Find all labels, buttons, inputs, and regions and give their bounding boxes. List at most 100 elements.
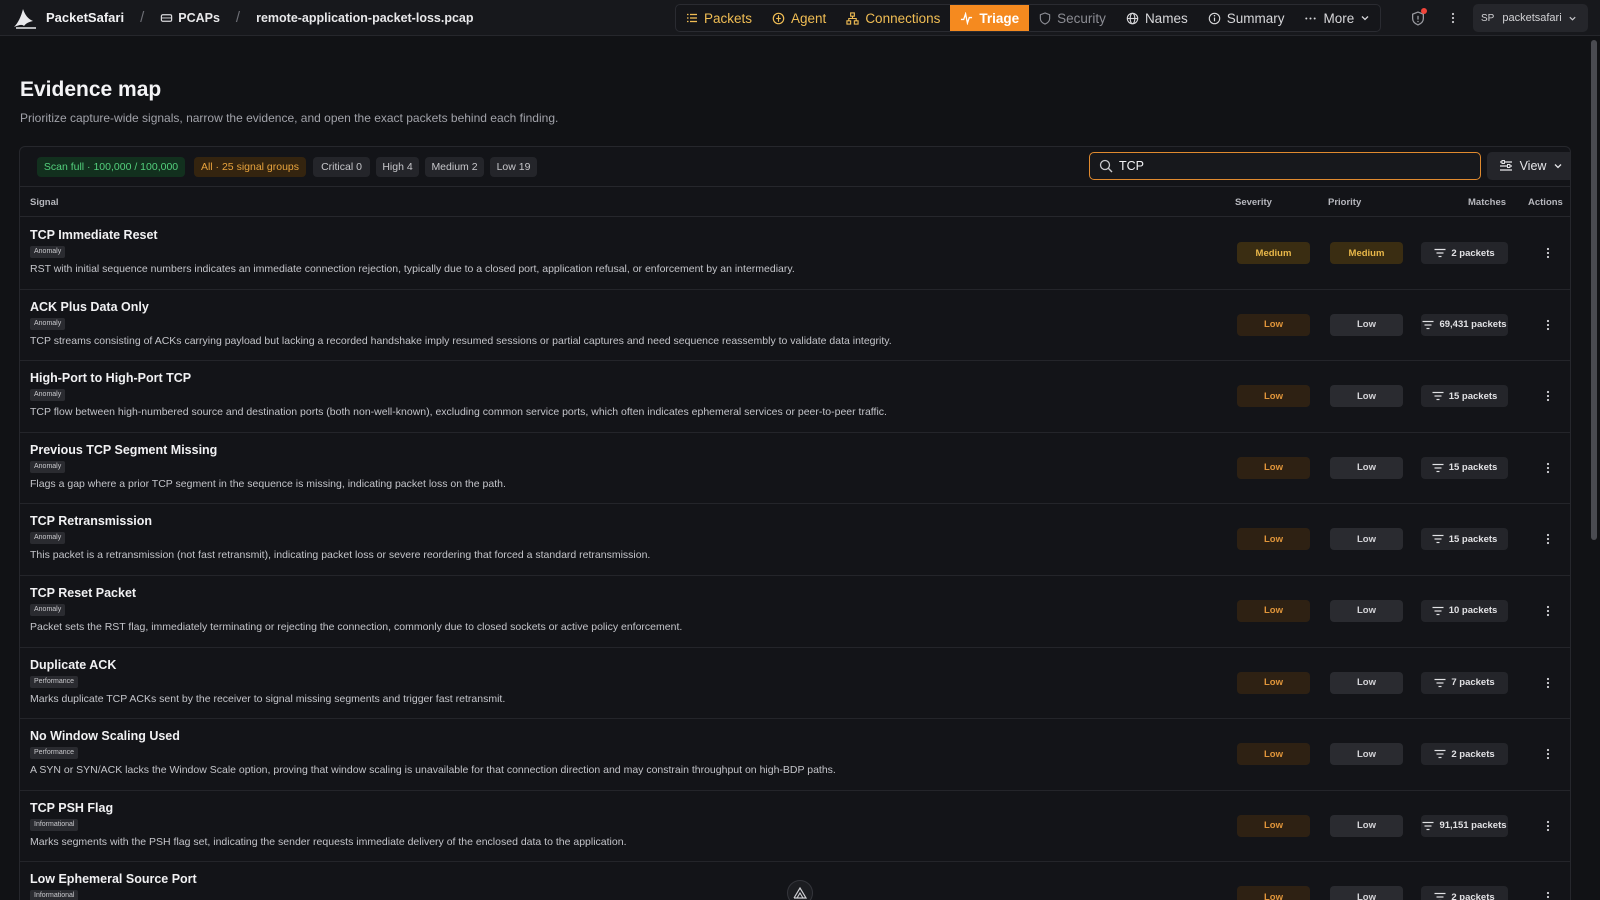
breadcrumb-pcaps[interactable]: PCAPs xyxy=(160,11,220,25)
table-row[interactable]: No Window Scaling Used Performance A SYN o… xyxy=(20,719,1570,791)
signal-description: Flags a gap where a prior TCP segment in… xyxy=(30,477,506,490)
row-actions-button[interactable] xyxy=(1541,888,1555,900)
chevron-down-icon xyxy=(1569,16,1576,21)
signal-category-tag: Performance xyxy=(30,675,79,688)
row-actions-button[interactable] xyxy=(1541,745,1555,763)
priority-badge: Medium xyxy=(1330,242,1403,264)
alerts-button[interactable] xyxy=(1408,8,1428,28)
filter-icon xyxy=(1432,463,1444,472)
severity-badge: Low xyxy=(1237,385,1310,408)
signal-title: ACK Plus Data Only xyxy=(30,299,149,314)
nav-names[interactable]: Names xyxy=(1116,5,1198,31)
column-matches[interactable]: Matches xyxy=(1468,197,1506,208)
nav-more[interactable]: More xyxy=(1294,5,1380,31)
matches-button[interactable]: 15 packets xyxy=(1421,456,1508,479)
matches-count: 91,151 packets xyxy=(1439,820,1507,832)
filter-high-chip[interactable]: High 4 xyxy=(376,157,419,177)
scrollbar-thumb[interactable] xyxy=(1591,40,1597,540)
network-icon xyxy=(846,11,859,25)
nav-summary[interactable]: Summary xyxy=(1198,5,1295,31)
kebab-vertical-icon xyxy=(1546,820,1550,831)
matches-button[interactable]: 91,151 packets xyxy=(1421,814,1508,837)
matches-count: 2 packets xyxy=(1451,748,1495,760)
search-input[interactable] xyxy=(1119,159,1459,173)
table-row[interactable]: TCP Retransmission Anomaly This packet is … xyxy=(20,504,1570,576)
filter-medium-chip[interactable]: Medium 2 xyxy=(425,157,484,177)
filter-icon xyxy=(1422,320,1434,329)
filter-icon xyxy=(1434,750,1446,759)
nav-agent[interactable]: Agent xyxy=(762,5,836,31)
matches-button[interactable]: 7 packets xyxy=(1421,671,1508,694)
severity-badge: Low xyxy=(1237,528,1310,551)
kebab-vertical-icon xyxy=(1546,677,1550,688)
matches-count: 2 packets xyxy=(1451,891,1495,900)
matches-button[interactable]: 69,431 packets xyxy=(1421,313,1508,336)
notification-dot xyxy=(1421,8,1427,14)
page-subtitle: Prioritize capture-wide signals, narrow … xyxy=(20,111,559,125)
filter-all-chip[interactable]: All · 25 signal groups xyxy=(194,157,306,177)
priority-badge: Low xyxy=(1330,743,1403,766)
filter-icon xyxy=(1434,893,1446,898)
view-button[interactable]: View xyxy=(1487,152,1570,180)
floating-logo-button[interactable] xyxy=(787,880,813,900)
matches-button[interactable]: 2 packets xyxy=(1421,242,1508,264)
priority-badge: Low xyxy=(1330,456,1403,479)
matches-button[interactable]: 15 packets xyxy=(1421,528,1508,551)
signal-description: Marks duplicate TCP ACKs sent by the rec… xyxy=(30,692,506,705)
matches-count: 7 packets xyxy=(1451,677,1495,689)
matches-button[interactable]: 15 packets xyxy=(1421,385,1508,408)
nav-packets[interactable]: Packets xyxy=(676,5,762,31)
signal-title: Previous TCP Segment Missing xyxy=(30,442,218,457)
nav-connections[interactable]: Connections xyxy=(836,5,950,31)
signal-category-tag: Anomaly xyxy=(30,246,66,258)
row-actions-button[interactable] xyxy=(1541,602,1555,620)
matches-button[interactable]: 2 packets xyxy=(1421,743,1508,766)
table-row[interactable]: TCP Immediate Reset Anomaly RST with initi… xyxy=(20,218,1570,290)
row-actions-button[interactable] xyxy=(1541,530,1555,548)
kebab-vertical-icon xyxy=(1451,12,1455,24)
table-row[interactable]: High-Port to High-Port TCP Anomaly TCP flo… xyxy=(20,361,1570,433)
row-actions-button[interactable] xyxy=(1541,459,1555,477)
kebab-vertical-icon xyxy=(1546,534,1550,545)
signal-category-tag: Anomaly xyxy=(30,389,66,402)
brand[interactable]: PacketSafari xyxy=(12,0,124,36)
filter-low-chip[interactable]: Low 19 xyxy=(490,157,537,177)
ellipsis-icon xyxy=(1305,16,1317,20)
row-actions-button[interactable] xyxy=(1541,244,1555,262)
column-priority[interactable]: Priority xyxy=(1328,197,1361,208)
matches-count: 10 packets xyxy=(1448,605,1498,617)
nav-security[interactable]: Security xyxy=(1029,5,1116,31)
severity-badge: Low xyxy=(1237,743,1310,766)
table-row[interactable]: TCP PSH Flag Informational Marks segments … xyxy=(20,791,1570,863)
matches-button[interactable]: 10 packets xyxy=(1421,599,1508,622)
signal-description: Packet sets the RST flag, immediately te… xyxy=(30,620,683,633)
main-nav: Packets Agent Connections Triage Securit… xyxy=(675,4,1382,32)
signal-title: Low Ephemeral Source Port xyxy=(30,872,197,887)
table-header: Signal Severity Priority Matches Actions xyxy=(20,187,1570,217)
signal-title: Duplicate ACK xyxy=(30,657,117,672)
user-menu[interactable]: SP packetsafari xyxy=(1473,4,1588,32)
priority-badge: Low xyxy=(1330,528,1403,551)
signal-title: TCP PSH Flag xyxy=(30,800,114,815)
signal-description: TCP flow between high-numbered source an… xyxy=(30,406,887,419)
chevron-down-icon xyxy=(1554,164,1562,169)
table-row[interactable]: ACK Plus Data Only Anomaly TCP streams con… xyxy=(20,290,1570,362)
table-row[interactable]: Previous TCP Segment Missing Anomaly Flags… xyxy=(20,433,1570,505)
nav-triage[interactable]: Triage xyxy=(950,5,1030,31)
row-actions-button[interactable] xyxy=(1541,817,1555,835)
topbar-menu-button[interactable] xyxy=(1443,8,1463,28)
table-row[interactable]: Duplicate ACK Performance Marks duplicate … xyxy=(20,648,1570,720)
row-actions-button[interactable] xyxy=(1541,674,1555,692)
filter-critical-chip[interactable]: Critical 0 xyxy=(313,157,370,177)
scan-status-chip[interactable]: Scan full · 100,000 / 100,000 xyxy=(37,157,185,177)
kebab-vertical-icon xyxy=(1546,749,1550,760)
row-actions-button[interactable] xyxy=(1541,316,1555,334)
signal-description: RST with initial sequence numbers indica… xyxy=(30,263,795,275)
table-row[interactable]: TCP Reset Packet Anomaly Packet sets the R… xyxy=(20,576,1570,648)
row-actions-button[interactable] xyxy=(1541,387,1555,405)
column-signal[interactable]: Signal xyxy=(30,197,59,208)
matches-button[interactable]: 2 packets xyxy=(1421,886,1508,900)
column-severity[interactable]: Severity xyxy=(1235,197,1272,208)
severity-badge: Low xyxy=(1237,599,1310,622)
priority-badge: Low xyxy=(1330,886,1403,900)
